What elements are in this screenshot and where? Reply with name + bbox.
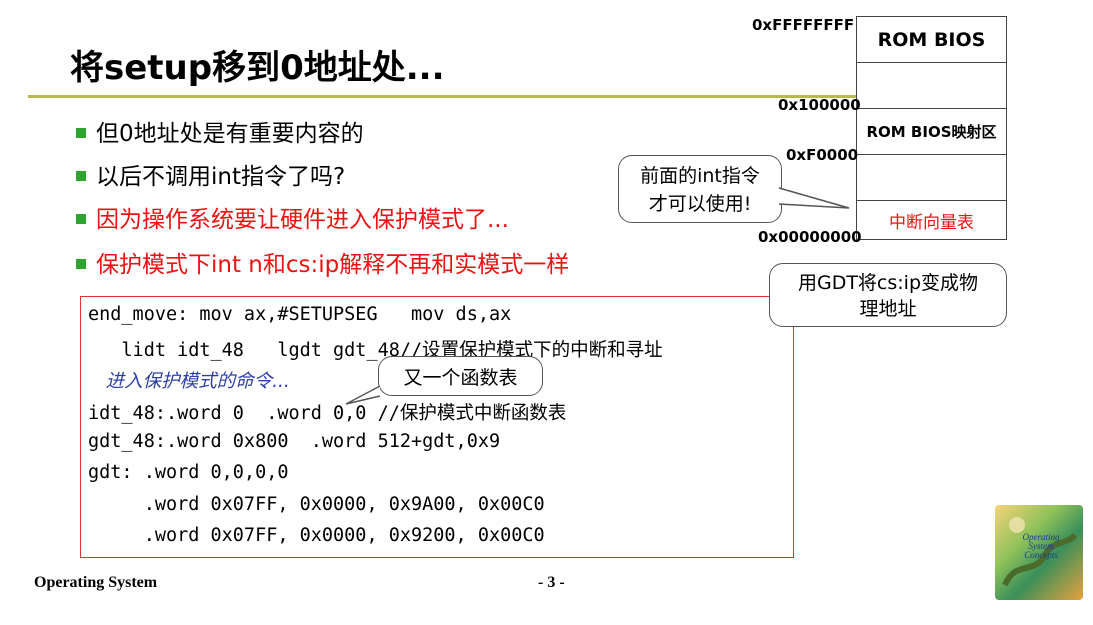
page-number: - 3 -: [538, 574, 565, 591]
memory-cell-rom-bios-mapped: ROM BIOS映射区: [857, 109, 1006, 155]
code-line: .word 0x07FF, 0x0000, 0x9200, 0x00C0: [88, 525, 545, 546]
code-comment: 进入保护模式的命令...: [88, 371, 290, 392]
bullet-square-icon: [76, 258, 86, 269]
code-line: .word 0x07FF, 0x0000, 0x9A00, 0x00C0: [88, 494, 545, 515]
bullet-square-icon: [76, 127, 86, 138]
memory-cell-empty: [857, 155, 1006, 201]
code-line: lidt idt_48 lgdt gdt_48//设置保护模式下的中断和寻址: [88, 336, 662, 362]
code-line: idt_48:.word 0 .word 0,0 //保护模式中断函数表: [88, 399, 566, 425]
callout-text: 前面的int指令: [640, 165, 760, 187]
callout-pointer-icon: [778, 187, 850, 209]
title-divider: [28, 95, 856, 98]
callout-func-table: 又一个函数表: [378, 356, 543, 396]
code-comment: 保护模式中断函数表: [399, 403, 567, 424]
memory-cell-ivt: 中断向量表: [857, 201, 1006, 240]
callout-text: 用GDT将cs:ip变成物: [797, 272, 979, 294]
memory-cell-empty: [857, 63, 1006, 109]
bullet-square-icon: [76, 170, 86, 181]
code-line: gdt_48:.word 0x800 .word 512+gdt,0x9: [88, 431, 501, 452]
bullet-square-icon: [76, 213, 86, 224]
address-label: 0xF0000: [786, 146, 859, 164]
book-title: Operating System Concepts: [1022, 532, 1060, 560]
code-text: lidt idt_48 lgdt gdt_48//: [88, 340, 423, 361]
callout-pointer-icon: [345, 385, 381, 405]
address-label: 0xFFFFFFFF: [752, 16, 855, 34]
bullet-text: 因为操作系统要让硬件进入保护模式了...: [96, 207, 509, 233]
footer-course: Operating System: [34, 574, 158, 591]
callout-text: 理地址: [859, 298, 917, 320]
callout-text: 又一个函数表: [403, 366, 518, 389]
memory-map: ROM BIOS ROM BIOS映射区 中断向量表: [856, 16, 1007, 240]
address-label: 0x100000: [778, 96, 861, 114]
bullet-item: 但0地址处是有重要内容的: [76, 114, 364, 148]
callout-text: 才可以使用!: [648, 193, 752, 215]
code-line: 进入保护模式的命令...: [88, 367, 290, 393]
slide-title: 将setup移到0地址处...: [70, 48, 445, 88]
code-line: end_move: mov ax,#SETUPSEG mov ds,ax: [88, 304, 512, 325]
book-cover-logo: Operating System Concepts: [995, 505, 1083, 600]
bullet-item: 因为操作系统要让硬件进入保护模式了...: [76, 200, 509, 234]
bullet-text: 以后不调用int指令了吗?: [96, 164, 346, 190]
address-label: 0x00000000: [758, 228, 862, 246]
callout-gdt: 用GDT将cs:ip变成物 理地址: [769, 263, 1007, 327]
bullet-text: 但0地址处是有重要内容的: [96, 121, 364, 147]
memory-cell-rom-bios: ROM BIOS: [857, 17, 1006, 63]
bullet-text: 保护模式下int n和cs:ip解释不再和实模式一样: [96, 252, 570, 278]
code-line: gdt: .word 0,0,0,0: [88, 462, 289, 483]
bullet-item: 以后不调用int指令了吗?: [76, 157, 345, 191]
callout-int-usable: 前面的int指令 才可以使用!: [618, 155, 782, 223]
bullet-item: 保护模式下int n和cs:ip解释不再和实模式一样: [76, 245, 569, 279]
